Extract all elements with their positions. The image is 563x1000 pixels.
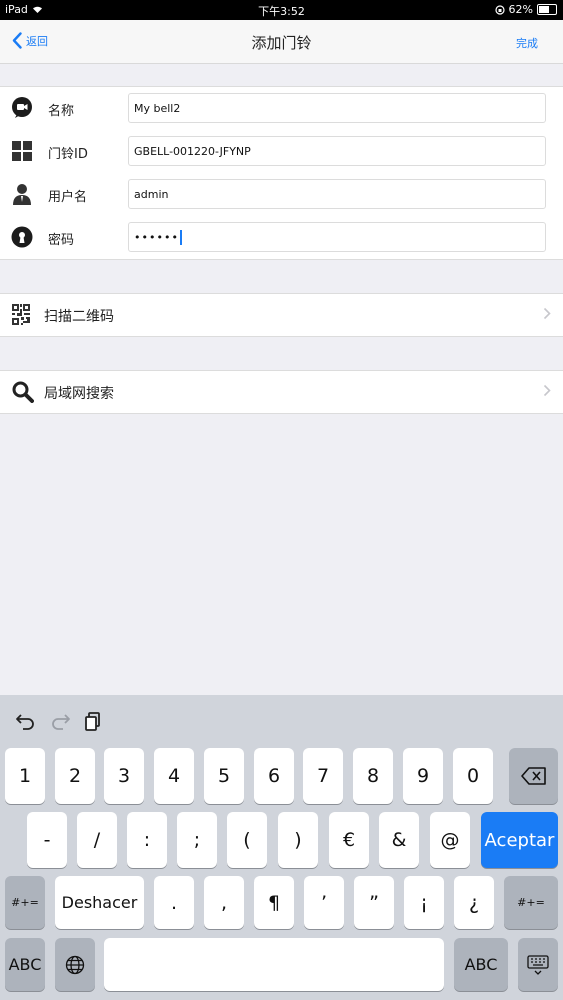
page-title: 添加门铃 [251, 34, 312, 52]
number-key[interactable]: 3 [104, 748, 144, 804]
status-right: 62% [494, 3, 557, 16]
password-row: 密码 •••••• [0, 216, 563, 259]
doorbell-id-input[interactable]: GBELL-001220-JFYNP [128, 136, 546, 166]
space-key[interactable] [104, 938, 444, 991]
symbols-toggle-left-key[interactable]: #+= [5, 876, 45, 929]
symbol-key[interactable]: ; [177, 812, 217, 868]
keyboard-dismiss-icon [527, 954, 549, 975]
hide-keyboard-key[interactable] [518, 938, 558, 991]
number-key[interactable]: 2 [55, 748, 95, 804]
undo-icon[interactable] [15, 710, 37, 732]
abc-right-key[interactable]: ABC [454, 938, 508, 991]
aceptar-key[interactable]: Aceptar [481, 812, 558, 868]
password-label: 密码 [48, 233, 75, 248]
paste-icon[interactable] [83, 710, 105, 732]
symbol-key[interactable]: € [329, 812, 369, 868]
number-key[interactable]: 8 [353, 748, 393, 804]
chat-bubble-icon [12, 97, 32, 118]
keyboard: 1234567890 - /:;() € & @ Aceptar #+= Deshace… [0, 695, 563, 1000]
password-value: •••••• [134, 230, 179, 244]
lan-search-cell[interactable]: 局域网搜索 [0, 370, 563, 414]
number-key[interactable]: 1 [5, 748, 45, 804]
battery-icon [537, 4, 557, 15]
symbol-key[interactable]: ( [227, 812, 267, 868]
scan-qr-cell[interactable]: 扫描二维码 [0, 293, 563, 337]
status-time: 下午3:52 [258, 5, 305, 18]
navigation-bar: 返回 添加门铃 完成 [0, 20, 563, 64]
punctuation-key[interactable]: , [204, 876, 244, 929]
doorbell-id-label: 门铃ID [48, 147, 88, 162]
punctuation-key[interactable]: ” [354, 876, 394, 929]
symbol-key[interactable]: & [379, 812, 419, 868]
symbol-key[interactable]: ) [278, 812, 318, 868]
username-value: admin [134, 187, 169, 201]
text-cursor [179, 229, 182, 245]
backspace-key[interactable] [509, 748, 558, 804]
symbols-toggle-right-key[interactable]: #+= [504, 876, 558, 929]
grid-icon [12, 141, 32, 161]
keyboard-toolbar [0, 695, 563, 747]
doorbell-form: 名称 My bell2 门铃ID GBELL-001220-JFYNP 用户名 … [0, 86, 563, 260]
punctuation-key[interactable]: . [154, 876, 194, 929]
punctuation-key[interactable]: ¶ [254, 876, 294, 929]
number-key[interactable]: 0 [453, 748, 493, 804]
abc-left-key[interactable]: ABC [5, 938, 45, 991]
username-input[interactable]: admin [128, 179, 546, 209]
punctuation-key[interactable]: ’ [304, 876, 344, 929]
number-key[interactable]: 4 [154, 748, 194, 804]
username-label: 用户名 [48, 190, 88, 205]
qr-code-icon [12, 304, 30, 325]
globe-key[interactable] [55, 938, 95, 991]
username-row: 用户名 admin [0, 173, 563, 216]
symbol-key[interactable]: @ [430, 812, 470, 868]
symbol-key[interactable]: / [77, 812, 117, 868]
punctuation-key[interactable]: ¿ [454, 876, 494, 929]
symbol-key[interactable]: : [127, 812, 167, 868]
symbol-key[interactable]: - [27, 812, 67, 868]
keyhole-icon [11, 226, 33, 248]
done-button[interactable]: 完成 [516, 35, 538, 51]
number-key[interactable]: 6 [254, 748, 294, 804]
chevron-right-icon [543, 307, 551, 320]
battery-percent: 62% [508, 3, 533, 16]
name-label: 名称 [48, 104, 75, 119]
password-input[interactable]: •••••• [128, 222, 546, 252]
search-icon [12, 381, 34, 403]
number-key[interactable]: 5 [204, 748, 244, 804]
status-bar: iPad 下午3:52 62% [0, 0, 563, 20]
number-key[interactable]: 9 [403, 748, 443, 804]
scan-qr-label: 扫描二维码 [44, 309, 114, 325]
doorbell-id-row: 门铃ID GBELL-001220-JFYNP [0, 130, 563, 173]
punctuation-key[interactable]: ¡ [404, 876, 444, 929]
name-input[interactable]: My bell2 [128, 93, 546, 123]
chevron-right-icon [543, 384, 551, 397]
user-icon [13, 184, 31, 205]
lan-search-label: 局域网搜索 [44, 386, 114, 402]
number-key[interactable]: 7 [303, 748, 343, 804]
backspace-icon [520, 767, 546, 785]
orientation-lock-icon [494, 4, 505, 15]
deshacer-key[interactable]: Deshacer [55, 876, 144, 929]
redo-icon[interactable] [49, 710, 71, 732]
name-value: My bell2 [134, 101, 181, 115]
globe-icon [65, 955, 85, 974]
name-row: 名称 My bell2 [0, 87, 563, 130]
doorbell-id-value: GBELL-001220-JFYNP [134, 144, 251, 158]
